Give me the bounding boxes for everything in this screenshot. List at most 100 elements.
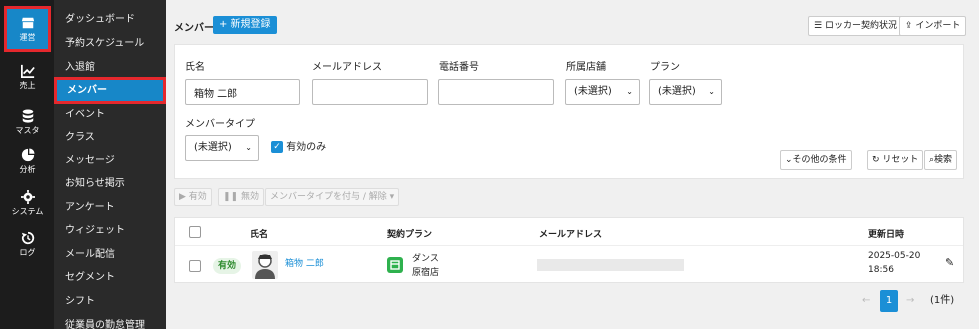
- list-icon: ☰: [814, 21, 823, 31]
- menu-widgets[interactable]: ウィジェット: [54, 219, 166, 242]
- status-badge: 有効: [213, 258, 242, 274]
- nav-log[interactable]: ログ: [6, 223, 49, 265]
- menu-notices[interactable]: お知らせ掲示: [54, 172, 166, 195]
- member-type-select[interactable]: (未選択) ⌄: [185, 135, 259, 161]
- plan-select-value: (未選択): [658, 86, 696, 97]
- column-header-plan: 契約プラン: [387, 230, 433, 240]
- check-icon: ✓: [271, 141, 283, 153]
- chevron-down-icon: ⌄: [626, 87, 633, 96]
- column-header-name: 氏名: [250, 230, 269, 240]
- nav-log-label: ログ: [19, 247, 36, 257]
- menu-surveys[interactable]: アンケート: [54, 196, 166, 219]
- phone-label: 電話番号: [439, 62, 479, 73]
- chevron-down-icon: ⌄: [245, 143, 252, 152]
- email-value: [537, 259, 684, 271]
- updated-time: 18:56: [868, 265, 894, 275]
- table-row[interactable]: 有効 箱物 二郎 ダンス 原宿店 2025-05-20 18:56 ✎: [175, 245, 963, 283]
- menu-shifts[interactable]: シフト: [54, 290, 166, 313]
- plan-select[interactable]: (未選択) ⌄: [649, 79, 722, 105]
- chart-icon: [20, 64, 35, 78]
- nav-system[interactable]: システム: [6, 182, 49, 224]
- gear-icon: [20, 189, 35, 204]
- plan-name: ダンス: [412, 254, 439, 264]
- email-input[interactable]: [312, 79, 428, 105]
- active-only-checkbox[interactable]: ✓ 有効のみ: [271, 138, 326, 153]
- reset-label: リセット: [882, 155, 919, 165]
- import-label: インポート: [915, 21, 961, 31]
- search-button[interactable]: ⌕検索: [924, 150, 958, 170]
- plan-store: 原宿店: [412, 268, 440, 278]
- more-conditions-label: その他の条件: [792, 155, 847, 165]
- email-label: メールアドレス: [312, 62, 382, 73]
- page-title: メンバー: [174, 23, 214, 34]
- refresh-icon: ↻: [872, 155, 880, 165]
- select-all-checkbox[interactable]: [189, 226, 201, 238]
- search-label: 検索: [934, 155, 953, 165]
- phone-input[interactable]: [438, 79, 554, 105]
- updated-date: 2025-05-20: [868, 251, 921, 261]
- header-bar: メンバー + 新規登録 ☰ ロッカー契約状況 ⇪ インポート: [174, 14, 967, 38]
- chevron-down-icon: ⌄: [708, 87, 715, 96]
- member-name-link[interactable]: 箱物 二郎: [285, 256, 324, 269]
- prev-page-icon[interactable]: ←: [862, 290, 870, 312]
- bulk-assign-type-label: メンバータイプを付与 / 解除: [270, 192, 387, 202]
- nav-sales[interactable]: 売上: [6, 56, 49, 98]
- icon-sidebar: 運営 売上 マスタ 分析 システム ログ: [0, 0, 54, 329]
- more-conditions-button[interactable]: ⌄その他の条件: [780, 150, 852, 170]
- caret-down-icon: ▾: [389, 192, 395, 202]
- menu-dashboard[interactable]: ダッシュボード: [54, 8, 166, 31]
- reset-button[interactable]: ↻ リセット: [867, 150, 924, 170]
- filter-panel: 氏名 メールアドレス 電話番号 所属店舗 (未選択) ⌄ プラン (未選択) ⌄ メ…: [174, 44, 964, 179]
- nav-master[interactable]: マスタ: [6, 101, 49, 143]
- bulk-deactivate-button[interactable]: ❚❚ 無効: [218, 188, 264, 206]
- column-header-updated: 更新日時: [868, 230, 905, 240]
- store-select-value: (未選択): [574, 86, 612, 97]
- row-checkbox[interactable]: [189, 260, 201, 272]
- menu-checkin[interactable]: 入退館: [54, 56, 166, 79]
- member-table: 氏名 契約プラン メールアドレス 更新日時 有効 箱物 二郎 ダンス 原宿店 2…: [174, 217, 964, 283]
- menu-events[interactable]: イベント: [54, 103, 166, 126]
- column-header-email: メールアドレス: [539, 230, 603, 240]
- member-type-value: (未選択): [194, 142, 232, 153]
- next-page-icon[interactable]: →: [906, 290, 914, 312]
- store-icon: [21, 17, 34, 28]
- play-icon: ▶: [179, 192, 186, 202]
- menu-attendance[interactable]: 従業員の勤怠管理: [54, 314, 166, 329]
- menu-reservations[interactable]: 予約スケジュール: [54, 32, 166, 55]
- store-label: 所属店舗: [566, 62, 606, 73]
- avatar: [252, 251, 278, 279]
- total-count: (1件): [930, 295, 955, 306]
- plan-icon: [387, 257, 403, 273]
- nav-analysis[interactable]: 分析: [6, 140, 49, 182]
- edit-icon[interactable]: ✎: [945, 256, 954, 269]
- store-select[interactable]: (未選択) ⌄: [565, 79, 640, 105]
- menu-segments[interactable]: セグメント: [54, 266, 166, 289]
- database-icon: [22, 108, 33, 123]
- submenu: ダッシュボード 予約スケジュール 入退館 メンバー イベント クラス メッセージ…: [54, 0, 166, 329]
- name-input[interactable]: [185, 79, 300, 105]
- menu-members[interactable]: メンバー: [54, 77, 166, 104]
- import-button[interactable]: ⇪ インポート: [899, 16, 967, 36]
- nav-system-label: システム: [11, 206, 44, 216]
- bulk-activate-button[interactable]: ▶ 有効: [174, 188, 212, 206]
- locker-status-label: ロッカー契約状況: [824, 21, 897, 31]
- bulk-deactivate-label: 無効: [240, 192, 259, 202]
- locker-status-button[interactable]: ☰ ロッカー契約状況: [808, 16, 903, 36]
- bulk-assign-type-button[interactable]: メンバータイプを付与 / 解除 ▾: [265, 188, 400, 206]
- nav-analysis-label: 分析: [19, 164, 36, 174]
- plan-label: プラン: [650, 62, 680, 73]
- upload-icon: ⇪: [905, 21, 913, 31]
- nav-operations-label: 運営: [19, 32, 36, 42]
- current-page[interactable]: 1: [880, 290, 898, 312]
- chevron-down-icon: ⌄: [785, 155, 793, 165]
- active-only-label: 有効のみ: [286, 142, 327, 153]
- nav-operations[interactable]: 運営: [4, 6, 51, 52]
- new-member-button[interactable]: + 新規登録: [213, 16, 277, 34]
- name-label: 氏名: [185, 62, 205, 73]
- nav-master-label: マスタ: [15, 125, 40, 135]
- pause-icon: ❚❚: [223, 192, 239, 202]
- menu-mail[interactable]: メール配信: [54, 243, 166, 266]
- menu-classes[interactable]: クラス: [54, 126, 166, 149]
- history-icon: [21, 231, 34, 244]
- menu-messages[interactable]: メッセージ: [54, 149, 166, 172]
